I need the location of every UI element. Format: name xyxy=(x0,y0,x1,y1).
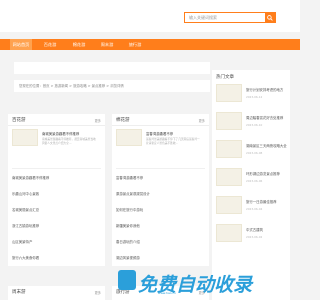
list-item[interactable]: 名城美丽景点汇总 xyxy=(12,207,39,212)
list-item[interactable]: 湖边风景视频游 xyxy=(116,255,140,260)
list-item[interactable]: 新疆美景你我他 xyxy=(116,223,140,228)
sidebar-article-title[interactable]: 环形湖边游览景点推荐 xyxy=(246,171,280,176)
banner-area xyxy=(14,62,210,74)
panel-title: 百花游 xyxy=(12,118,26,123)
sidebar-article-title[interactable]: 旅行一日游最佳推荐 xyxy=(246,199,277,204)
sidebar-article-date: 2023-06-04 xyxy=(246,207,263,211)
thumbnail[interactable] xyxy=(116,129,142,146)
list-item[interactable]: 富春湾游趣看不停 xyxy=(116,175,143,180)
sidebar-article-date: 2023-06-08 xyxy=(246,151,263,155)
divider xyxy=(112,125,209,126)
sidebar-title: 热门文章 xyxy=(216,75,234,80)
list-item[interactable]: 春日游玩的介绍 xyxy=(116,239,140,244)
sidebar-article-title[interactable]: 湖南景区三天两夜攻略大全 xyxy=(246,143,287,148)
thumbnail[interactable] xyxy=(216,224,242,242)
divider xyxy=(12,168,101,169)
panel-title: 棉花游 xyxy=(116,118,130,123)
thumbnail[interactable] xyxy=(216,84,242,102)
search-box[interactable]: 输入关键词搜索 xyxy=(184,12,276,23)
divider xyxy=(8,125,105,126)
more-link[interactable]: 更多 xyxy=(95,118,101,123)
more-link[interactable]: 更多 xyxy=(199,118,205,123)
nav-travel[interactable]: 旅行游 xyxy=(124,39,146,50)
panel-mianhua: 棉花游 更多 富春湾游趣看不停 富春湾景美游趣看不停下了几天雨后富春湾一片清新宜… xyxy=(112,114,209,266)
list-item[interactable]: 旅行六大美食你看 xyxy=(12,255,39,260)
panel-baihua: 百花游 更多 南城美景游趣看不停推荐 南城美景游趣看不停推荐，观赏南城美景当地风… xyxy=(8,114,105,266)
more-link[interactable]: 更多 xyxy=(95,290,101,295)
panel-title: 周末游 xyxy=(12,290,26,295)
list-item[interactable]: 浙江古镇游玩推荐 xyxy=(12,223,39,228)
divider xyxy=(116,168,205,169)
watermark-logo-icon xyxy=(118,270,136,290)
featured-title[interactable]: 富春湾游趣看不停 xyxy=(146,131,173,136)
thumbnail[interactable] xyxy=(216,168,242,186)
sidebar-article-title[interactable]: 周边踏春赏花好去处推荐 xyxy=(246,115,283,120)
sidebar-article[interactable]: 湖南景区三天两夜攻略大全 2023-06-08 xyxy=(216,140,287,164)
sidebar-article-date: 2023-06-10 xyxy=(246,123,263,127)
header: 输入关键词搜索 xyxy=(0,0,300,32)
sidebar-article[interactable]: 周边踏春赏花好去处推荐 2023-06-10 xyxy=(216,112,286,136)
search-button[interactable] xyxy=(265,13,275,22)
sidebar-article[interactable]: 旅行计划安排考虑的地方 2023-06-12 xyxy=(216,84,286,108)
search-icon xyxy=(267,14,273,21)
sidebar-article-date: 2023-06-12 xyxy=(246,95,263,99)
sidebar-article-title[interactable]: 旅行计划安排考虑的地方 xyxy=(246,87,283,92)
sidebar-article[interactable]: 环形湖边游览景点推荐 2023-06-06 xyxy=(216,168,286,192)
watermark: 免费自动收录 www.hao.cn xyxy=(118,270,286,296)
nav-home[interactable]: 网站首页 xyxy=(10,39,32,50)
list-item[interactable]: 原游景点景观观赏设计 xyxy=(116,191,150,196)
sidebar-hot-articles: 热门文章 旅行计划安排考虑的地方 2023-06-12 周边踏春赏花好去处推荐 … xyxy=(212,70,290,300)
sidebar-article[interactable]: 旅行一日游最佳推荐 2023-06-04 xyxy=(216,196,286,220)
thumbnail[interactable] xyxy=(216,140,242,158)
list-item[interactable]: 乐趣山河中心景致 xyxy=(12,191,39,196)
list-item[interactable]: 山区美景特产 xyxy=(12,239,32,244)
sidebar-article-date: 2023-06-06 xyxy=(246,179,263,183)
panel-weekend: 周末游 更多 xyxy=(8,286,105,300)
thumbnail[interactable] xyxy=(216,196,242,214)
sidebar-article[interactable]: 中式古建筑 2023-06-02 xyxy=(216,224,286,248)
watermark-url: www.hao.cn xyxy=(158,291,177,295)
nav-mianhua[interactable]: 棉花游 xyxy=(68,39,90,50)
nav-weekend[interactable]: 周末游 xyxy=(96,39,118,50)
watermark-title: 免费自动收录 xyxy=(138,274,253,296)
featured-desc: 南城美景游趣看不停推荐，观赏南城美景当地风俗人文景点介绍大全... xyxy=(42,137,96,145)
featured-title[interactable]: 南城美景游趣看不停推荐 xyxy=(42,131,79,136)
list-item[interactable]: 如何在旅行中游玩 xyxy=(116,207,143,212)
nav-baihua[interactable]: 百花游 xyxy=(39,39,61,50)
thumbnail[interactable] xyxy=(12,129,38,146)
sidebar-article-title[interactable]: 中式古建筑 xyxy=(246,227,263,232)
main-nav: 网站首页 百花游 棉花游 周末游 旅行游 xyxy=(0,39,300,50)
breadcrumb: 您现在的位置：首页 > 旅游新闻 > 旅游攻略 > 景点推荐 > 浏览详情 xyxy=(14,80,210,92)
list-item[interactable]: 南城美景游趣看不停推荐 xyxy=(12,175,49,180)
thumbnail[interactable] xyxy=(216,112,242,130)
sidebar-article-date: 2023-06-02 xyxy=(246,235,263,239)
featured-desc: 富春湾景美游趣看不停下了几天雨后富春湾一片清新宜人景色美不胜收... xyxy=(146,137,200,145)
search-input[interactable]: 输入关键词搜索 xyxy=(185,13,265,22)
